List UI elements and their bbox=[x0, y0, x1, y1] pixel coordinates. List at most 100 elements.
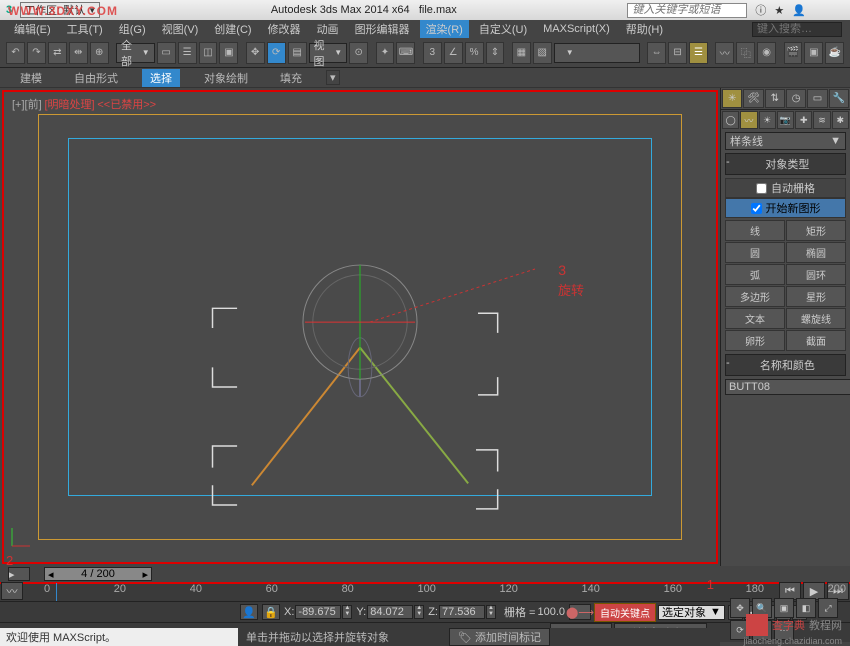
named-sel-btn[interactable]: ▦ bbox=[512, 42, 531, 64]
btn-helix[interactable]: 螺旋线 bbox=[786, 308, 846, 329]
select-name-btn[interactable]: ☰ bbox=[178, 42, 197, 64]
btn-egg[interactable]: 卵形 bbox=[725, 330, 785, 351]
sub-shapes[interactable]: 〰 bbox=[740, 111, 757, 129]
tab-utilities[interactable]: 🔧 bbox=[829, 89, 849, 108]
rotate-btn[interactable]: ⟳ bbox=[267, 42, 286, 64]
bind-btn[interactable]: ⊕ bbox=[90, 42, 109, 64]
scale-btn[interactable]: ▤ bbox=[288, 42, 307, 64]
tab-modeling[interactable]: 建模 bbox=[12, 69, 50, 87]
btn-arc[interactable]: 弧 bbox=[725, 264, 785, 285]
menu-help[interactable]: 帮助(H) bbox=[620, 20, 669, 38]
btn-line[interactable]: 线 bbox=[725, 220, 785, 241]
curve-editor-btn[interactable]: 〰 bbox=[715, 42, 734, 64]
window-cross-btn[interactable]: ▣ bbox=[219, 42, 238, 64]
undo-btn[interactable]: ↶ bbox=[6, 42, 25, 64]
coord-z-input[interactable] bbox=[439, 605, 485, 619]
viewport-front[interactable]: [+][前] [明暗处理] <<已禁用>> bbox=[2, 90, 718, 564]
spinner-z[interactable]: ▲▼ bbox=[486, 605, 496, 619]
time-slider-handle[interactable]: ◂4 / 200▸ bbox=[44, 567, 152, 581]
move-btn[interactable]: ✥ bbox=[246, 42, 265, 64]
time-tag-btn[interactable]: 🏷 添加时间标记 bbox=[449, 628, 550, 646]
shape-category[interactable]: 样条线▼ bbox=[725, 132, 846, 150]
tab-motion[interactable]: ◷ bbox=[786, 89, 806, 108]
schematic-btn[interactable]: ⿻ bbox=[736, 42, 755, 64]
sub-helpers[interactable]: ✚ bbox=[795, 111, 812, 129]
align-btn[interactable]: ⊟ bbox=[668, 42, 687, 64]
manip-btn[interactable]: ✦ bbox=[376, 42, 395, 64]
menu-maxscript[interactable]: MAXScript(X) bbox=[537, 22, 616, 36]
spinner-x[interactable]: ▲▼ bbox=[342, 605, 352, 619]
tab-objpaint[interactable]: 对象绘制 bbox=[196, 69, 256, 87]
named-sel-drop[interactable]: ▼ bbox=[554, 43, 640, 63]
btn-rect[interactable]: 矩形 bbox=[786, 220, 846, 241]
btn-ellipse[interactable]: 椭圆 bbox=[786, 242, 846, 263]
coord-y-input[interactable] bbox=[367, 605, 413, 619]
chk-autogrid[interactable]: 自动栅格 bbox=[725, 178, 846, 198]
btn-ngon[interactable]: 多边形 bbox=[725, 286, 785, 307]
timeline[interactable]: 〰 02040 6080100 120140160 180200 ⏮ ▶ ⏭ bbox=[0, 582, 850, 602]
sub-geom[interactable]: ◯ bbox=[722, 111, 739, 129]
menu-view[interactable]: 视图(V) bbox=[156, 20, 205, 38]
tab-hierarchy[interactable]: ⇅ bbox=[765, 89, 785, 108]
angle-snap-btn[interactable]: ∠ bbox=[444, 42, 463, 64]
menu-edit[interactable]: 编辑(E) bbox=[8, 20, 57, 38]
btn-star[interactable]: 星形 bbox=[786, 286, 846, 307]
menu-render[interactable]: 渲染(R) bbox=[420, 20, 469, 38]
sub-systems[interactable]: ✱ bbox=[832, 111, 849, 129]
menu-create[interactable]: 创建(C) bbox=[208, 20, 257, 38]
menu-group[interactable]: 组(G) bbox=[113, 20, 152, 38]
tab-populate[interactable]: 填充 bbox=[272, 69, 310, 87]
snap-btn[interactable]: 3 bbox=[423, 42, 442, 64]
mini-curve-btn[interactable]: 〰 bbox=[1, 582, 23, 600]
rollout-name[interactable]: -名称和颜色 bbox=[725, 354, 846, 376]
render-fb-btn[interactable]: ▣ bbox=[804, 42, 823, 64]
select-btn[interactable]: ▭ bbox=[157, 42, 176, 64]
set-key-btn[interactable]: ⬤⟶ bbox=[569, 604, 591, 620]
tab-display[interactable]: ▭ bbox=[807, 89, 827, 108]
lock-icon[interactable]: 🔒 bbox=[262, 604, 280, 620]
sel-filter[interactable]: 全部▼ bbox=[116, 43, 155, 63]
maxscript-listener[interactable]: 欢迎使用 MAXScript。 bbox=[0, 628, 238, 646]
mirror-btn[interactable]: ⇔ bbox=[647, 42, 666, 64]
keymode-btn[interactable]: ⌨ bbox=[396, 42, 415, 64]
menu-animation[interactable]: 动画 bbox=[311, 20, 345, 38]
isolate-icon[interactable]: 👤 bbox=[240, 604, 258, 620]
sub-space[interactable]: ≋ bbox=[813, 111, 830, 129]
render-btn[interactable]: ☕ bbox=[825, 42, 844, 64]
menu-graph[interactable]: 图形编辑器 bbox=[349, 20, 416, 38]
select-region-btn[interactable]: ◫ bbox=[199, 42, 218, 64]
spinner-snap-btn[interactable]: ⇕ bbox=[486, 42, 505, 64]
tab-freeform[interactable]: 自由形式 bbox=[66, 69, 126, 87]
ribbon-menu-icon[interactable]: ▾ bbox=[326, 70, 340, 85]
btn-donut[interactable]: 圆环 bbox=[786, 264, 846, 285]
layer-btn[interactable]: ☰ bbox=[689, 42, 708, 64]
star-icon[interactable]: ★ bbox=[774, 4, 784, 17]
menu-custom[interactable]: 自定义(U) bbox=[473, 20, 533, 38]
btn-text[interactable]: 文本 bbox=[725, 308, 785, 329]
btn-section[interactable]: 截面 bbox=[786, 330, 846, 351]
menu-tools[interactable]: 工具(T) bbox=[61, 20, 109, 38]
signin-icon[interactable]: 👤 bbox=[792, 4, 806, 17]
key-target-drop[interactable]: 选定对象▼ bbox=[658, 605, 725, 620]
link-btn[interactable]: ⇄ bbox=[48, 42, 67, 64]
edit-sel-btn[interactable]: ▧ bbox=[533, 42, 552, 64]
btn-circle[interactable]: 圆 bbox=[725, 242, 785, 263]
render-setup-btn[interactable]: 🎬 bbox=[784, 42, 803, 64]
help-search[interactable] bbox=[627, 3, 747, 18]
sub-cam[interactable]: 📷 bbox=[777, 111, 794, 129]
time-slider[interactable]: ◂4 / 200▸ bbox=[38, 567, 850, 581]
redo-btn[interactable]: ↷ bbox=[27, 42, 46, 64]
rollout-objtype[interactable]: -对象类型 bbox=[725, 153, 846, 175]
sub-lights[interactable]: ☀ bbox=[759, 111, 776, 129]
tab-create[interactable]: ✳ bbox=[722, 89, 742, 108]
tab-select[interactable]: 选择 bbox=[142, 69, 180, 87]
quick-search[interactable] bbox=[752, 22, 842, 37]
menu-modifiers[interactable]: 修改器 bbox=[262, 20, 307, 38]
autokey-btn[interactable]: 自动关键点 bbox=[594, 603, 656, 622]
unlink-btn[interactable]: ⇹ bbox=[69, 42, 88, 64]
obj-name-field[interactable] bbox=[725, 379, 850, 395]
tab-modify[interactable]: 🛠 bbox=[743, 89, 763, 108]
material-btn[interactable]: ◉ bbox=[757, 42, 776, 64]
pivot-btn[interactable]: ⊙ bbox=[349, 42, 368, 64]
btn-start-shape[interactable]: 开始新图形 bbox=[725, 198, 846, 218]
